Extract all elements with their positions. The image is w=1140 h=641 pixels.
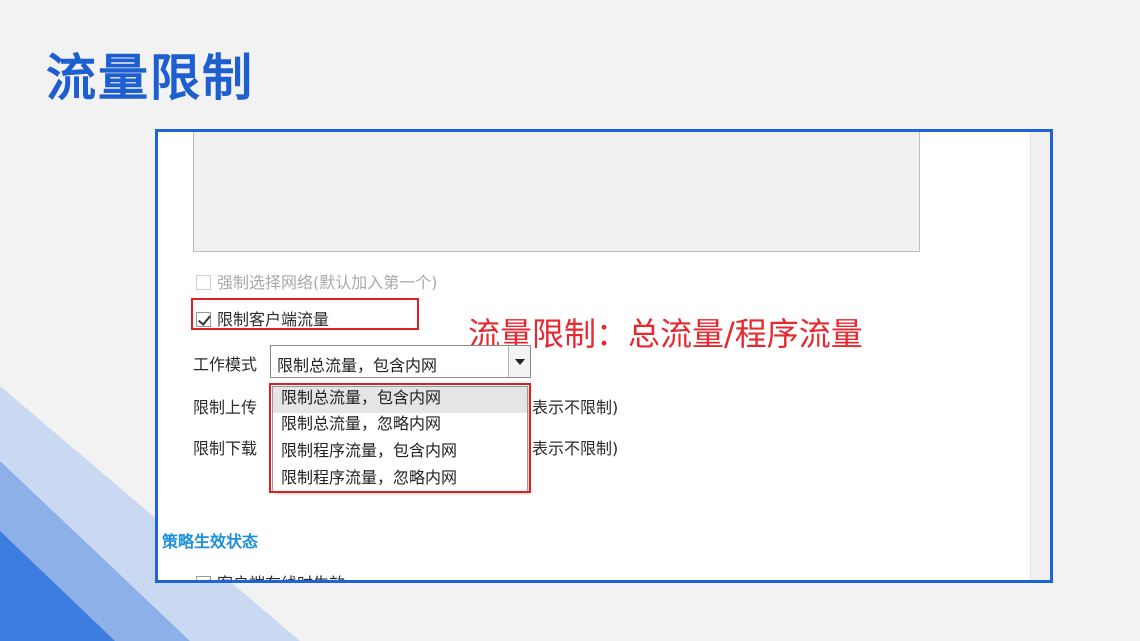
chevron-down-icon[interactable]	[508, 346, 530, 377]
policy-section-title: 策略生效状态	[162, 532, 259, 551]
scrollbar[interactable]	[1030, 132, 1050, 580]
download-limit-label: 限制下载	[193, 439, 258, 458]
policy-online-label: 客户端在线时生效	[217, 574, 345, 580]
force-network-option[interactable]: 强制选择网络(默认加入第一个)	[196, 269, 438, 293]
dropdown-highlight	[269, 383, 531, 493]
slide-title: 流量限制	[46, 49, 254, 107]
policy-online-option[interactable]: 客户端在线时生效	[196, 570, 345, 580]
upload-limit-label: 限制上传	[193, 398, 258, 417]
work-mode-label: 工作模式	[193, 355, 258, 374]
screenshot-frame: 强制选择网络(默认加入第一个) 限制客户端流量 流量限制：总流量/程序流量 工作…	[155, 129, 1053, 583]
settings-panel: 强制选择网络(默认加入第一个) 限制客户端流量 流量限制：总流量/程序流量 工作…	[158, 132, 1030, 580]
network-list-box	[193, 132, 920, 252]
upload-limit-hint: 表示不限制)	[532, 398, 619, 417]
work-mode-select[interactable]: 限制总流量，包含内网	[270, 345, 531, 378]
policy-online-checkbox[interactable]	[196, 576, 211, 580]
force-network-checkbox[interactable]	[196, 275, 211, 290]
work-mode-value: 限制总流量，包含内网	[277, 356, 438, 375]
limit-client-highlight	[191, 298, 419, 330]
force-network-label: 强制选择网络(默认加入第一个)	[217, 273, 438, 292]
download-limit-hint: 表示不限制)	[532, 439, 619, 458]
